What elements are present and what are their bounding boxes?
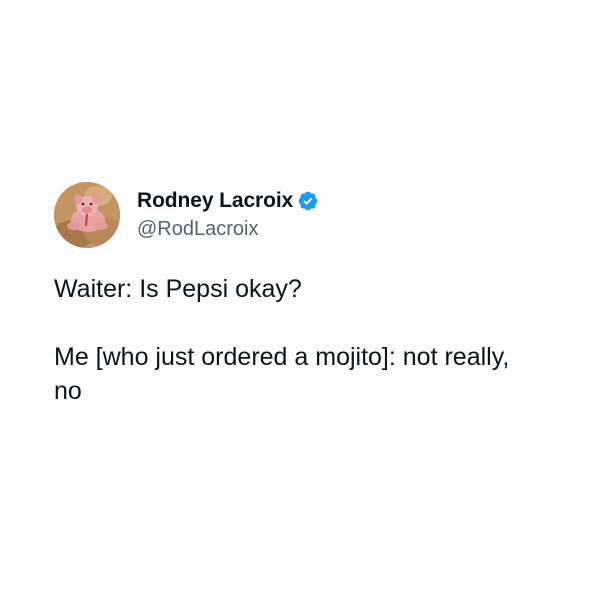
avatar[interactable]: [54, 182, 120, 248]
verified-badge-icon: [297, 190, 319, 212]
tweet-text-line-1: Waiter: Is Pepsi okay?: [54, 275, 302, 303]
tweet-card: Rodney Lacroix @RodLacroix Waiter: Is Pe…: [54, 180, 554, 408]
author-handle[interactable]: @RodLacroix: [137, 217, 319, 241]
author-display-name[interactable]: Rodney Lacroix: [137, 189, 293, 213]
tweet-text: Waiter: Is Pepsi okay? Me [who just orde…: [54, 272, 544, 408]
pig-figurine-avatar-icon: [54, 182, 120, 248]
author-block: Rodney Lacroix @RodLacroix: [137, 187, 319, 241]
tweet-header: Rodney Lacroix @RodLacroix: [54, 180, 554, 250]
tweet-text-line-2: Me [who just ordered a mojito]: not real…: [54, 343, 510, 405]
name-row: Rodney Lacroix: [137, 187, 319, 215]
